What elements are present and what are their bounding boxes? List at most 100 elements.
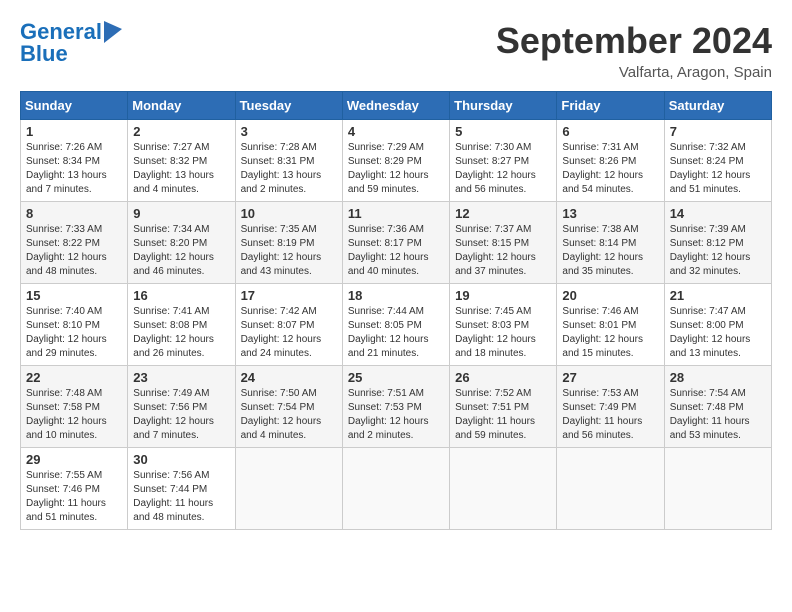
day-info: Sunrise: 7:34 AM Sunset: 8:20 PM Dayligh… [133,223,229,279]
day-number: 8 [26,206,122,221]
day-number: 1 [26,124,122,139]
day-number: 27 [562,370,658,385]
location-title: Valfarta, Aragon, Spain [496,64,772,81]
week-row-3: 15 Sunrise: 7:40 AM Sunset: 8:10 PM Dayli… [21,284,772,366]
day-info: Sunrise: 7:33 AM Sunset: 8:22 PM Dayligh… [26,223,122,279]
day-info: Sunrise: 7:54 AM Sunset: 7:48 PM Dayligh… [670,387,766,443]
day-info: Sunrise: 7:37 AM Sunset: 8:15 PM Dayligh… [455,223,551,279]
day-number: 13 [562,206,658,221]
day-number: 15 [26,288,122,303]
day-number: 18 [348,288,444,303]
day-cell: 30 Sunrise: 7:56 AM Sunset: 7:44 PM Dayli… [128,448,235,530]
day-info: Sunrise: 7:47 AM Sunset: 8:00 PM Dayligh… [670,305,766,361]
day-cell: 27 Sunrise: 7:53 AM Sunset: 7:49 PM Dayli… [557,366,664,448]
day-info: Sunrise: 7:26 AM Sunset: 8:34 PM Dayligh… [26,141,122,197]
day-number: 6 [562,124,658,139]
header: General Blue September 2024 Valfarta, Ar… [20,20,772,81]
day-number: 22 [26,370,122,385]
day-info: Sunrise: 7:36 AM Sunset: 8:17 PM Dayligh… [348,223,444,279]
day-number: 29 [26,452,122,467]
day-number: 17 [241,288,337,303]
day-info: Sunrise: 7:28 AM Sunset: 8:31 PM Dayligh… [241,141,337,197]
day-number: 9 [133,206,229,221]
day-cell: 5 Sunrise: 7:30 AM Sunset: 8:27 PM Daylig… [450,120,557,202]
day-cell: 3 Sunrise: 7:28 AM Sunset: 8:31 PM Daylig… [235,120,342,202]
day-number: 24 [241,370,337,385]
day-info: Sunrise: 7:49 AM Sunset: 7:56 PM Dayligh… [133,387,229,443]
day-cell: 26 Sunrise: 7:52 AM Sunset: 7:51 PM Dayli… [450,366,557,448]
weekday-header-tuesday: Tuesday [235,92,342,120]
day-info: Sunrise: 7:45 AM Sunset: 8:03 PM Dayligh… [455,305,551,361]
day-cell: 21 Sunrise: 7:47 AM Sunset: 8:00 PM Dayli… [664,284,771,366]
title-area: September 2024 Valfarta, Aragon, Spain [496,20,772,81]
day-info: Sunrise: 7:41 AM Sunset: 8:08 PM Dayligh… [133,305,229,361]
week-row-4: 22 Sunrise: 7:48 AM Sunset: 7:58 PM Dayli… [21,366,772,448]
day-cell [235,448,342,530]
day-info: Sunrise: 7:27 AM Sunset: 8:32 PM Dayligh… [133,141,229,197]
day-number: 12 [455,206,551,221]
day-number: 23 [133,370,229,385]
day-cell: 9 Sunrise: 7:34 AM Sunset: 8:20 PM Daylig… [128,202,235,284]
day-cell: 17 Sunrise: 7:42 AM Sunset: 8:07 PM Dayli… [235,284,342,366]
day-number: 3 [241,124,337,139]
day-number: 16 [133,288,229,303]
day-cell: 10 Sunrise: 7:35 AM Sunset: 8:19 PM Dayli… [235,202,342,284]
day-cell: 11Sunrise: 7:36 AM Sunset: 8:17 PM Dayli… [342,202,449,284]
day-cell [664,448,771,530]
day-cell [450,448,557,530]
day-cell: 16 Sunrise: 7:41 AM Sunset: 8:08 PM Dayli… [128,284,235,366]
day-number: 4 [348,124,444,139]
logo-text2: Blue [20,42,68,66]
day-info: Sunrise: 7:39 AM Sunset: 8:12 PM Dayligh… [670,223,766,279]
day-info: Sunrise: 7:55 AM Sunset: 7:46 PM Dayligh… [26,469,122,525]
day-cell: 28 Sunrise: 7:54 AM Sunset: 7:48 PM Dayli… [664,366,771,448]
day-cell: 23 Sunrise: 7:49 AM Sunset: 7:56 PM Dayli… [128,366,235,448]
day-info: Sunrise: 7:52 AM Sunset: 7:51 PM Dayligh… [455,387,551,443]
day-info: Sunrise: 7:53 AM Sunset: 7:49 PM Dayligh… [562,387,658,443]
day-info: Sunrise: 7:40 AM Sunset: 8:10 PM Dayligh… [26,305,122,361]
day-number: 2 [133,124,229,139]
day-number: 21 [670,288,766,303]
day-number: 7 [670,124,766,139]
day-number: 10 [241,206,337,221]
logo-icon [104,21,122,43]
day-cell: 18Sunrise: 7:44 AM Sunset: 8:05 PM Dayli… [342,284,449,366]
day-info: Sunrise: 7:35 AM Sunset: 8:19 PM Dayligh… [241,223,337,279]
calendar: SundayMondayTuesdayWednesdayThursdayFrid… [20,91,772,530]
day-cell: 19Sunrise: 7:45 AM Sunset: 8:03 PM Dayli… [450,284,557,366]
day-cell: 8 Sunrise: 7:33 AM Sunset: 8:22 PM Daylig… [21,202,128,284]
weekday-header-friday: Friday [557,92,664,120]
day-info: Sunrise: 7:32 AM Sunset: 8:24 PM Dayligh… [670,141,766,197]
day-cell: 22 Sunrise: 7:48 AM Sunset: 7:58 PM Dayli… [21,366,128,448]
logo: General Blue [20,20,122,66]
day-info: Sunrise: 7:42 AM Sunset: 8:07 PM Dayligh… [241,305,337,361]
day-number: 14 [670,206,766,221]
day-cell: 20 Sunrise: 7:46 AM Sunset: 8:01 PM Dayli… [557,284,664,366]
day-cell: 29 Sunrise: 7:55 AM Sunset: 7:46 PM Dayli… [21,448,128,530]
day-info: Sunrise: 7:38 AM Sunset: 8:14 PM Dayligh… [562,223,658,279]
day-cell: 1 Sunrise: 7:26 AM Sunset: 8:34 PM Daylig… [21,120,128,202]
day-cell: 2 Sunrise: 7:27 AM Sunset: 8:32 PM Daylig… [128,120,235,202]
day-cell: 4Sunrise: 7:29 AM Sunset: 8:29 PM Daylig… [342,120,449,202]
week-row-5: 29 Sunrise: 7:55 AM Sunset: 7:46 PM Dayli… [21,448,772,530]
day-info: Sunrise: 7:31 AM Sunset: 8:26 PM Dayligh… [562,141,658,197]
month-title: September 2024 [496,20,772,62]
day-cell [342,448,449,530]
day-number: 25 [348,370,444,385]
day-number: 5 [455,124,551,139]
day-info: Sunrise: 7:56 AM Sunset: 7:44 PM Dayligh… [133,469,229,525]
day-cell: 13 Sunrise: 7:38 AM Sunset: 8:14 PM Dayli… [557,202,664,284]
day-number: 26 [455,370,551,385]
day-cell: 7 Sunrise: 7:32 AM Sunset: 8:24 PM Daylig… [664,120,771,202]
day-cell [557,448,664,530]
day-info: Sunrise: 7:46 AM Sunset: 8:01 PM Dayligh… [562,305,658,361]
day-info: Sunrise: 7:30 AM Sunset: 8:27 PM Dayligh… [455,141,551,197]
weekday-header-monday: Monday [128,92,235,120]
weekday-header-wednesday: Wednesday [342,92,449,120]
day-number: 20 [562,288,658,303]
day-info: Sunrise: 7:48 AM Sunset: 7:58 PM Dayligh… [26,387,122,443]
day-number: 30 [133,452,229,467]
day-info: Sunrise: 7:51 AM Sunset: 7:53 PM Dayligh… [348,387,444,443]
day-number: 28 [670,370,766,385]
day-cell: 15 Sunrise: 7:40 AM Sunset: 8:10 PM Dayli… [21,284,128,366]
